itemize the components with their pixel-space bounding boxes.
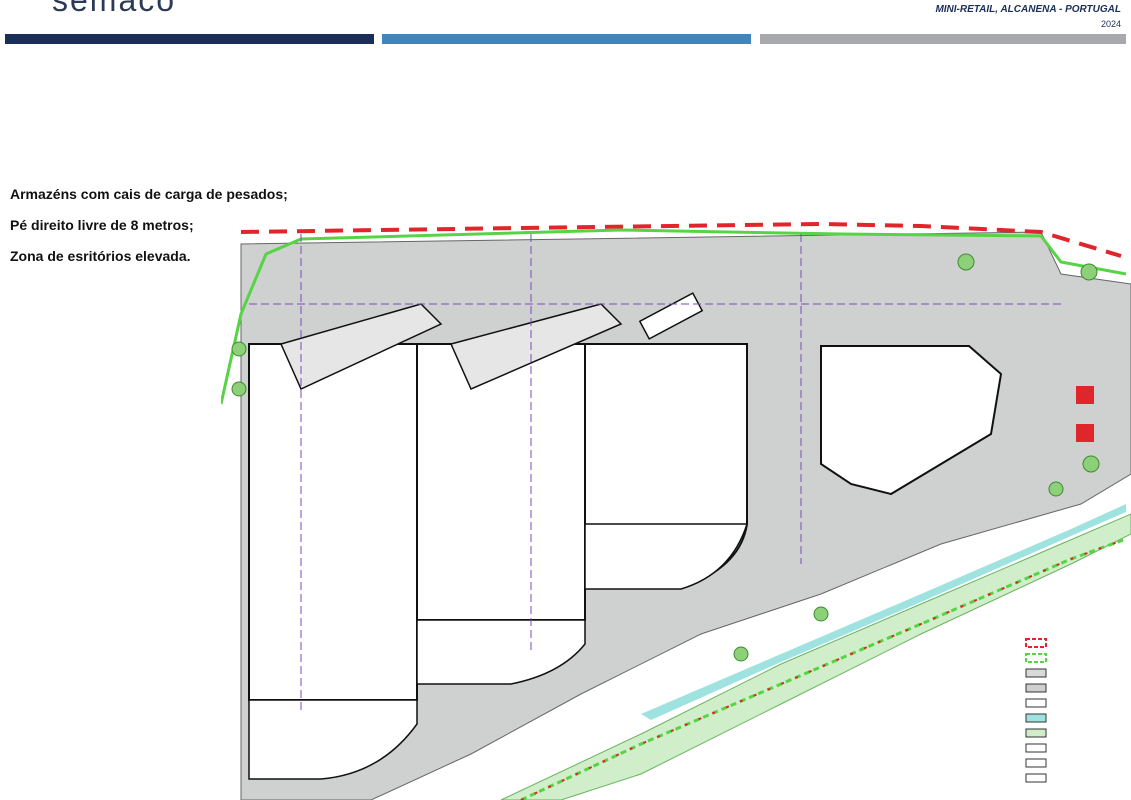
logo: semaco xyxy=(52,0,177,18)
legend-swatch xyxy=(1025,743,1047,753)
project-title: MINI-RETAIL, ALCANENA - PORTUGAL xyxy=(935,4,1121,15)
legend-swatch xyxy=(1025,638,1047,648)
warehouse-a xyxy=(248,343,418,701)
header-bar-blue xyxy=(382,34,751,44)
tree xyxy=(957,253,975,271)
legend-swatch xyxy=(1025,668,1047,678)
legend-swatch xyxy=(1025,683,1047,693)
tree xyxy=(231,381,247,397)
tree xyxy=(1082,455,1100,473)
site-plan xyxy=(221,221,1131,800)
warehouse-b xyxy=(416,343,586,621)
feature-item: Armazéns com cais de carga de pesados; xyxy=(10,186,288,202)
project-year: 2024 xyxy=(1100,19,1121,29)
tree xyxy=(813,606,829,622)
legend-swatch xyxy=(1025,728,1047,738)
legend-swatch xyxy=(1025,653,1047,663)
legend-swatch xyxy=(1025,698,1047,708)
legend-swatch xyxy=(1025,773,1047,783)
legend-swatch xyxy=(1025,713,1047,723)
accessible-parking-icon xyxy=(1076,424,1094,442)
tree xyxy=(1048,481,1064,497)
legend-swatch xyxy=(1025,758,1047,768)
accessible-parking-icon xyxy=(1076,386,1094,404)
tree xyxy=(231,341,247,357)
header-bar-grey xyxy=(760,34,1126,44)
tree xyxy=(1080,263,1098,281)
tree xyxy=(733,646,749,662)
header-bar-navy xyxy=(5,34,374,44)
